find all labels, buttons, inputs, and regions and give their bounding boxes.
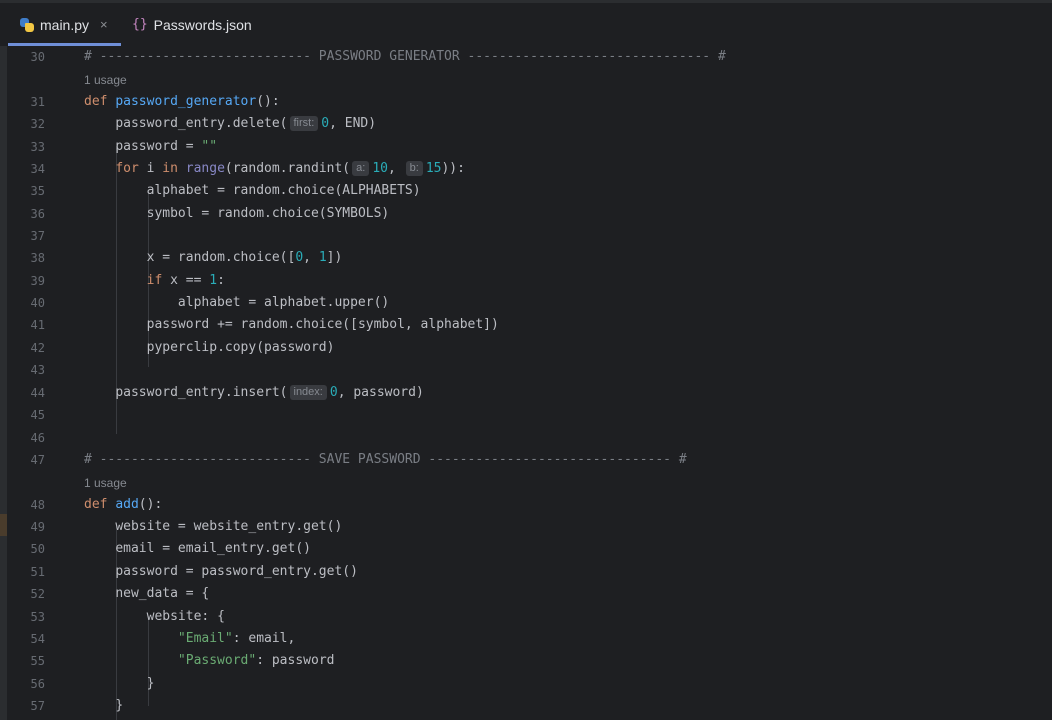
tab-main-py[interactable]: main.py × <box>8 3 121 46</box>
code-line: 48 def add(): <box>30 497 163 512</box>
param-hint: a: <box>352 161 370 176</box>
close-icon[interactable]: × <box>100 17 108 32</box>
code-line: 57 } <box>30 698 124 713</box>
change-marker <box>0 514 7 536</box>
param-hint: index: <box>289 385 327 400</box>
code-line: 35 alphabet = random.choice(ALPHABETS) <box>30 183 421 198</box>
usage-hint[interactable]: 1 usage <box>84 472 127 494</box>
usage-hint[interactable]: 1 usage <box>84 69 127 91</box>
tab-passwords-json[interactable]: {} Passwords.json <box>132 3 252 46</box>
code-line: 31 def password_generator(): <box>30 94 280 109</box>
tab-label: Passwords.json <box>153 16 252 33</box>
code-line: 47 # --------------------------- SAVE PAS… <box>30 452 687 467</box>
python-file-icon <box>20 17 34 32</box>
code-line: 42 pyperclip.copy(password) <box>30 340 335 355</box>
code-line: 44 password_entry.insert(index: 0, passwo… <box>30 385 424 400</box>
code-line: 41 password += random.choice([symbol, al… <box>30 317 499 332</box>
code-line: 53 website: { <box>30 609 225 624</box>
param-hint: b: <box>405 161 423 176</box>
code-line: 38 x = random.choice([0, 1]) <box>30 250 343 265</box>
code-line: 55 "Password": password <box>30 653 335 668</box>
code-editor[interactable]: 30 # --------------------------- PASSWORD… <box>7 46 1052 720</box>
code-line: 52 new_data = { <box>30 586 210 601</box>
code-line: 56 } <box>30 676 155 691</box>
code-line: 54 "Email": email, <box>30 631 296 646</box>
code-line: 39 if x == 1: <box>30 273 225 288</box>
code-line: 34 for i in range(random.randint(a: 10, b… <box>30 161 465 176</box>
code-line: 45 <box>30 408 45 422</box>
code-line: 30 # --------------------------- PASSWORD… <box>30 49 726 64</box>
code-line: 49 website = website_entry.get() <box>30 519 343 534</box>
tab-label: main.py <box>40 16 90 33</box>
code-line: 40 alphabet = alphabet.upper() <box>30 295 390 310</box>
code-line: 46 <box>30 431 45 445</box>
param-hint: first: <box>289 116 319 131</box>
code-line: 43 <box>30 363 45 377</box>
code-line: 37 <box>30 229 45 243</box>
left-gutter <box>0 46 7 720</box>
code-line: 36 symbol = random.choice(SYMBOLS) <box>30 206 390 221</box>
code-line: 33 password = "" <box>30 139 218 154</box>
code-line: 50 email = email_entry.get() <box>30 541 311 556</box>
editor-tab-bar: main.py × {} Passwords.json <box>0 0 1052 46</box>
code-line: 51 password = password_entry.get() <box>30 564 358 579</box>
json-file-icon: {} <box>132 17 148 32</box>
code-line: 32 password_entry.delete(first: 0, END) <box>30 116 377 131</box>
